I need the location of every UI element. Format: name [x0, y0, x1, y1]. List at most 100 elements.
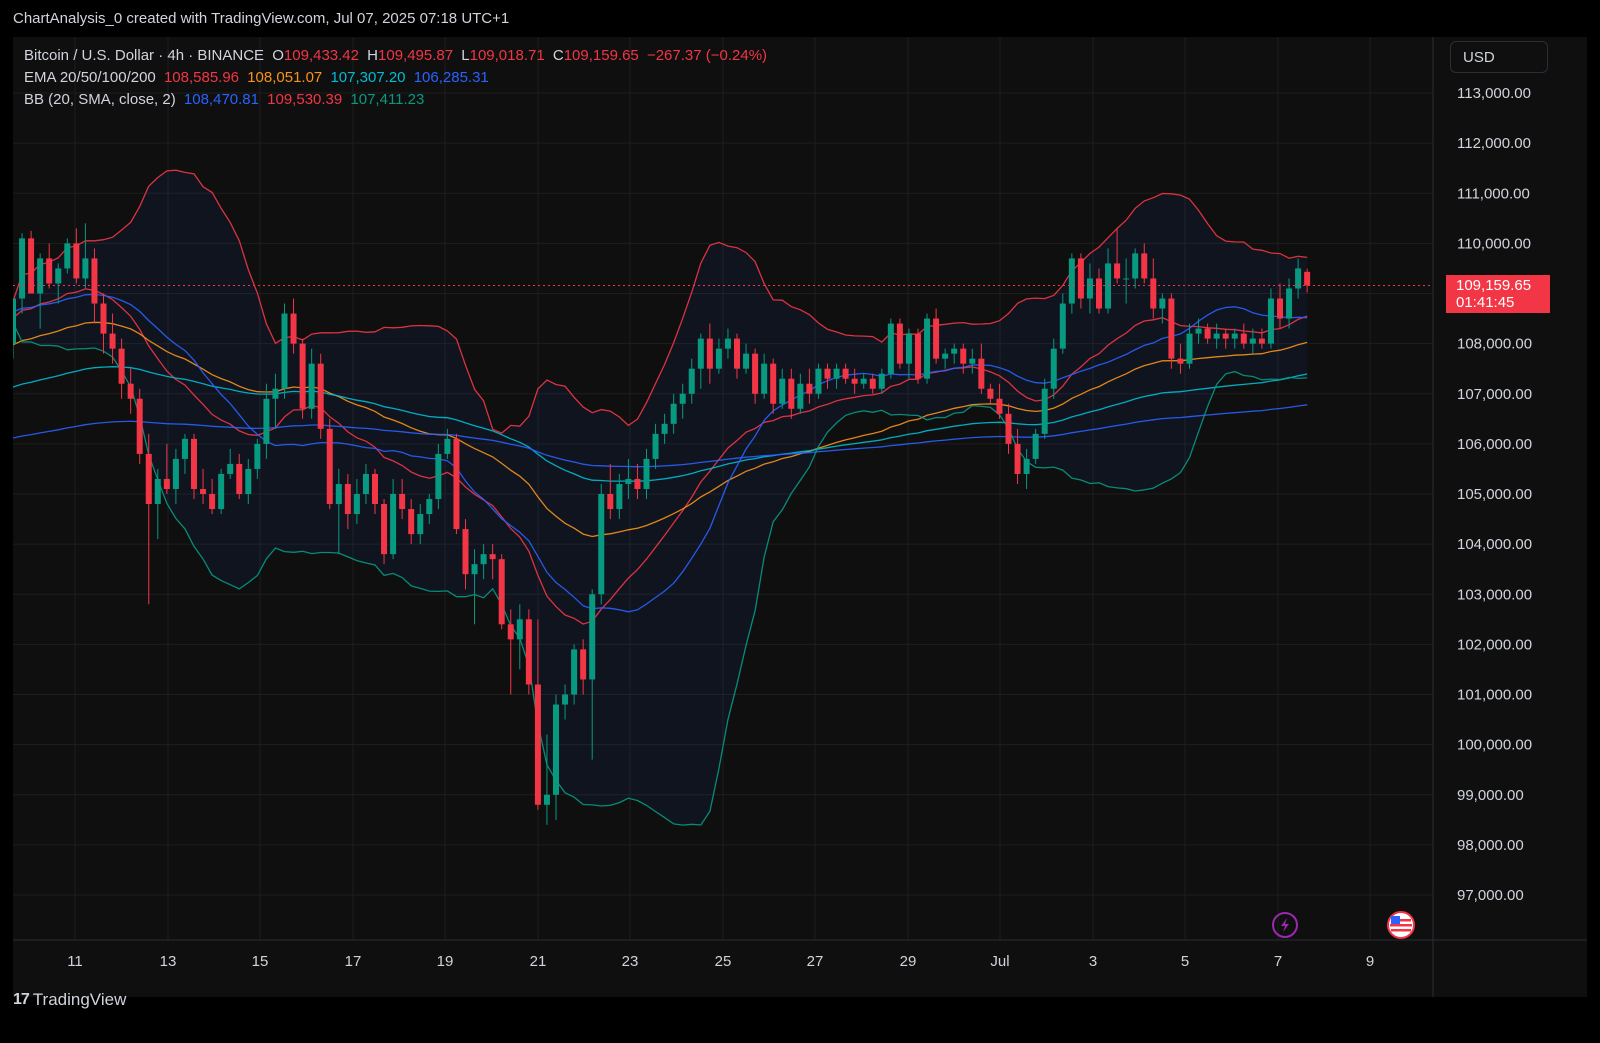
candle-body [127, 383, 134, 399]
candle-body [715, 348, 722, 369]
candle-body [489, 554, 496, 560]
candle-body [643, 458, 650, 489]
currency-selector[interactable]: USD [1450, 41, 1548, 73]
last-price-value: 109,159.65 [1456, 277, 1532, 295]
low-label: L [461, 47, 470, 64]
candle-body [218, 473, 225, 510]
candle [553, 694, 559, 820]
candle-body [1132, 253, 1139, 279]
time-axis-label: 13 [160, 953, 177, 970]
price-axis-label: 111,000.00 [1457, 185, 1530, 202]
price-axis-label: 97,000.00 [1457, 887, 1524, 904]
candle-body [1023, 458, 1030, 474]
candle [218, 468, 225, 515]
ema50-value: 108,051.07 [247, 69, 323, 86]
candle-body [706, 338, 713, 369]
time-axis-label: 9 [1366, 953, 1374, 970]
candle-body [299, 343, 306, 409]
candle-body [1041, 388, 1048, 434]
candle [498, 554, 505, 630]
legend-bb[interactable]: BB (20, SMA, close, 2) 108,470.81 109,53… [24, 91, 428, 108]
candle-body [444, 438, 451, 454]
price-axis-label: 106,000.00 [1457, 436, 1532, 453]
candle-body [580, 649, 587, 680]
candle-body [969, 358, 976, 364]
candle-body [996, 398, 1003, 414]
candle-body [978, 358, 985, 389]
candle-body [236, 463, 243, 494]
candle-body [290, 313, 297, 344]
bb-label: BB (20, SMA, close, 2) [24, 91, 176, 108]
candle-body [362, 473, 369, 494]
candle-body [688, 368, 695, 394]
candle-body [851, 378, 858, 384]
footer-brand[interactable]: 17 TradingView [13, 990, 126, 1010]
candle-body [335, 483, 342, 505]
price-axis-label: 98,000.00 [1457, 837, 1524, 854]
candle-body [562, 694, 569, 705]
candle-body [543, 794, 550, 805]
candle-body [507, 624, 514, 640]
legend-ema[interactable]: EMA 20/50/100/200 108,585.96 108,051.07 … [24, 69, 493, 86]
candle-body [435, 453, 442, 500]
candle-body [525, 619, 532, 685]
candle-body [281, 313, 288, 389]
time-axis-label: Jul [990, 953, 1009, 970]
candle [28, 230, 35, 294]
candle-body [163, 478, 170, 489]
candle [145, 433, 152, 605]
candle-body [1005, 413, 1012, 444]
candle-body [19, 238, 26, 299]
candle-body [616, 483, 623, 510]
candle-body [372, 473, 378, 505]
candle-body [553, 704, 559, 795]
candle-body [797, 383, 804, 409]
ema100-value: 107,307.20 [330, 69, 406, 86]
candle-body [534, 684, 541, 805]
last-price-tag: 109,159.65 01:41:45 [1446, 275, 1550, 314]
time-axis-label: 5 [1181, 953, 1189, 970]
chart-panel[interactable]: 113,000.00 112,000.00 111,000.00 110,000.00… [13, 37, 1587, 997]
low-value: 109,018.71 [469, 47, 545, 64]
candle-body [734, 338, 740, 369]
candle [13, 298, 16, 359]
candle-body [915, 333, 921, 379]
candle [281, 303, 288, 399]
candle-body [209, 494, 216, 510]
candle-body [1304, 271, 1311, 286]
candle-body [272, 388, 279, 399]
price-chart[interactable]: 113,000.00 112,000.00 111,000.00 110,000.00… [13, 37, 1587, 997]
candle-body [933, 318, 940, 359]
candle-body [1096, 278, 1102, 309]
price-axis-label: 108,000.00 [1457, 336, 1532, 353]
candle-body [381, 504, 388, 555]
candle-body [1222, 333, 1229, 339]
candle-body [462, 529, 469, 575]
candle-body [516, 619, 523, 640]
candle [915, 328, 921, 384]
close-label: C [552, 47, 564, 64]
candle [73, 228, 80, 284]
candle-body [1114, 263, 1121, 279]
candle-body [91, 258, 98, 304]
candle-body [308, 363, 315, 409]
price-axis-label: 107,000.00 [1457, 386, 1532, 403]
candle-body [136, 398, 143, 454]
candle [317, 353, 324, 439]
candle-body [788, 378, 795, 409]
candle-body [1123, 278, 1130, 280]
candle [598, 483, 605, 605]
tradingview-logo-icon: 17 [13, 991, 30, 1008]
candle-body [1249, 338, 1256, 344]
candle-body [924, 318, 931, 379]
price-axis-label: 113,000.00 [1457, 85, 1531, 102]
candle-body [326, 428, 333, 505]
candle-body [426, 499, 433, 515]
candle-body [118, 348, 125, 384]
candle-body [1177, 358, 1184, 364]
price-axis-label: 102,000.00 [1457, 636, 1532, 653]
candle-body [589, 594, 596, 680]
lightning-icon[interactable] [1272, 912, 1298, 938]
us-flag-icon[interactable] [1387, 911, 1415, 939]
candle [64, 238, 71, 274]
